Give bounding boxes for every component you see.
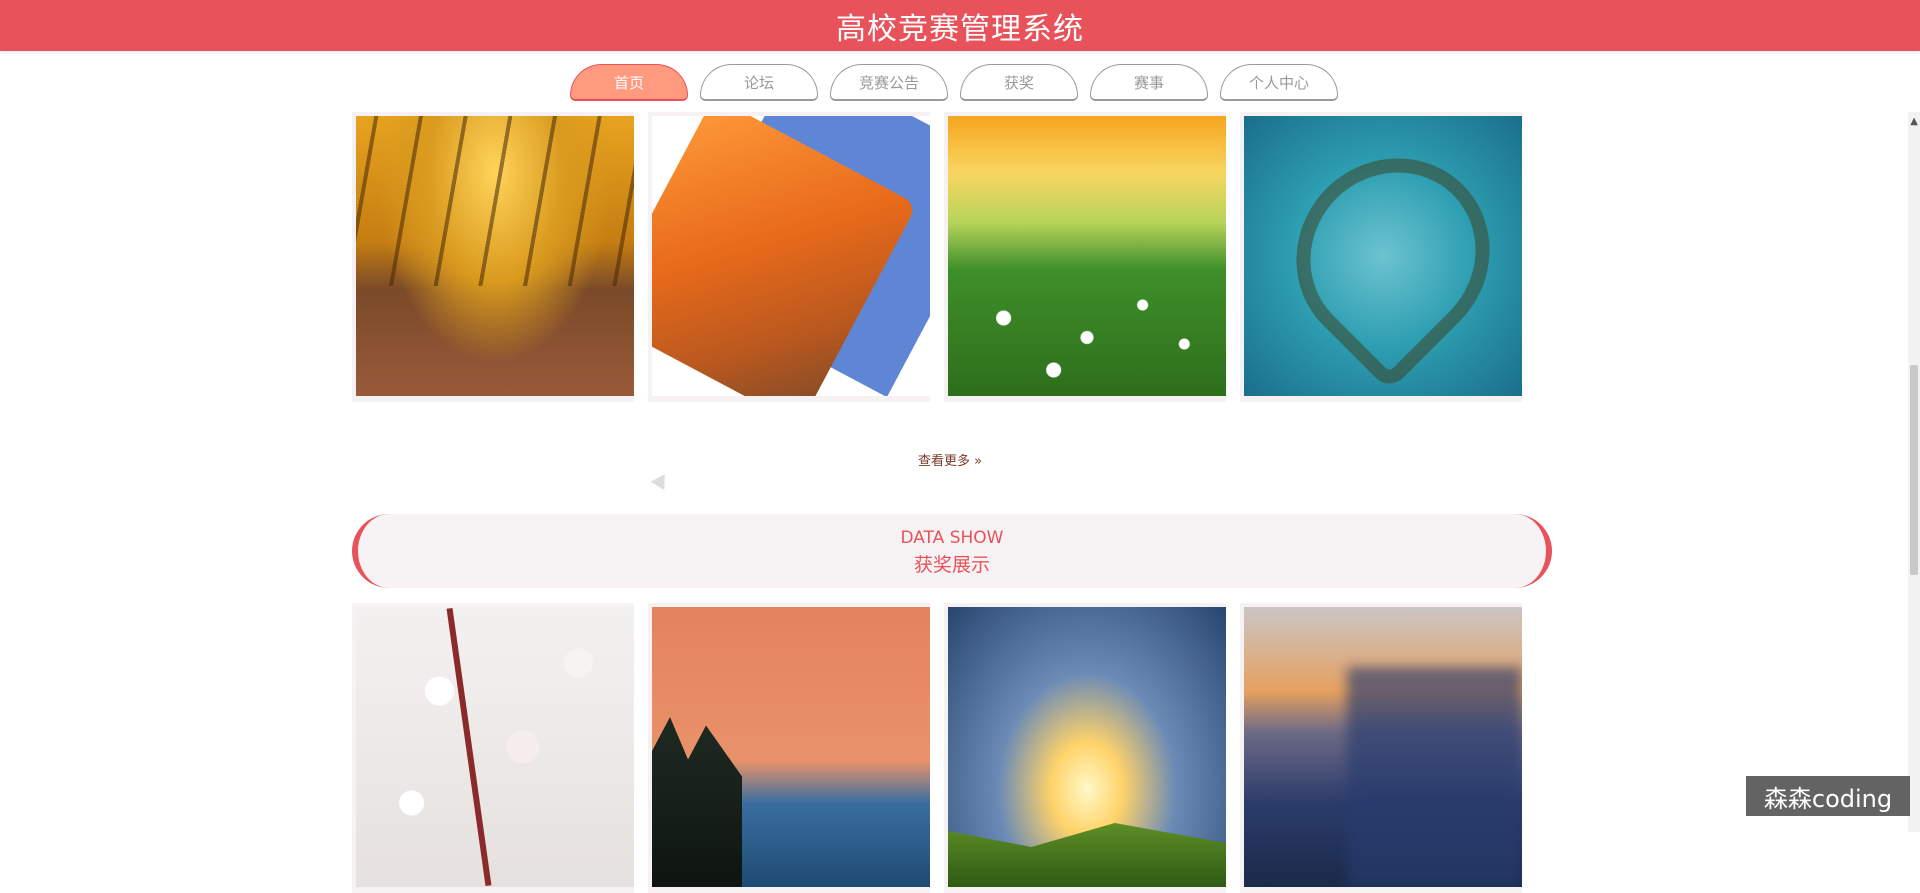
gallery-card[interactable] xyxy=(1240,112,1522,402)
daisy-field-image xyxy=(948,116,1226,396)
sunset-lake-image xyxy=(652,607,930,887)
sunburst-sky-image xyxy=(948,607,1226,887)
bottom-gallery xyxy=(352,603,1528,893)
tab-profile[interactable]: 个人中心 xyxy=(1220,64,1338,101)
gallery-card[interactable] xyxy=(648,603,930,893)
top-gallery xyxy=(352,112,1528,402)
section-en-title: DATA SHOW xyxy=(900,528,1004,548)
gallery-card[interactable] xyxy=(352,112,634,402)
gallery-card[interactable] xyxy=(944,112,1226,402)
tab-home[interactable]: 首页 xyxy=(570,64,688,101)
view-more-link[interactable]: 查看更多 » xyxy=(0,450,1900,469)
scrollbar-thumb[interactable] xyxy=(1910,365,1918,575)
gallery-card[interactable] xyxy=(944,603,1226,893)
tab-announcements[interactable]: 竞赛公告 xyxy=(830,64,948,101)
mouse-cursor-icon xyxy=(650,474,672,494)
watermark: 森森coding xyxy=(1746,776,1910,816)
app-header: 高校竞赛管理系统 xyxy=(0,0,1920,51)
mountain-city-image xyxy=(1244,607,1522,887)
tab-awards[interactable]: 获奖 xyxy=(960,64,1078,101)
main-nav: 首页 论坛 竞赛公告 获奖 赛事 个人中心 xyxy=(570,64,1338,104)
tab-events[interactable]: 赛事 xyxy=(1090,64,1208,101)
section-banner: DATA SHOW 获奖展示 xyxy=(352,514,1552,588)
gallery-card[interactable] xyxy=(352,603,634,893)
autumn-road-image xyxy=(356,116,634,396)
tab-forum[interactable]: 论坛 xyxy=(700,64,818,101)
section-cn-title: 获奖展示 xyxy=(913,554,990,576)
gallery-card[interactable] xyxy=(1240,603,1522,893)
app-title: 高校竞赛管理系统 xyxy=(836,11,1084,47)
cherry-blossom-image xyxy=(356,607,634,887)
gallery-card[interactable] xyxy=(648,112,930,402)
heart-island-image xyxy=(1244,116,1522,396)
orange-rock-image xyxy=(652,116,930,396)
scroll-up-icon[interactable]: ▲ xyxy=(1910,116,1918,127)
